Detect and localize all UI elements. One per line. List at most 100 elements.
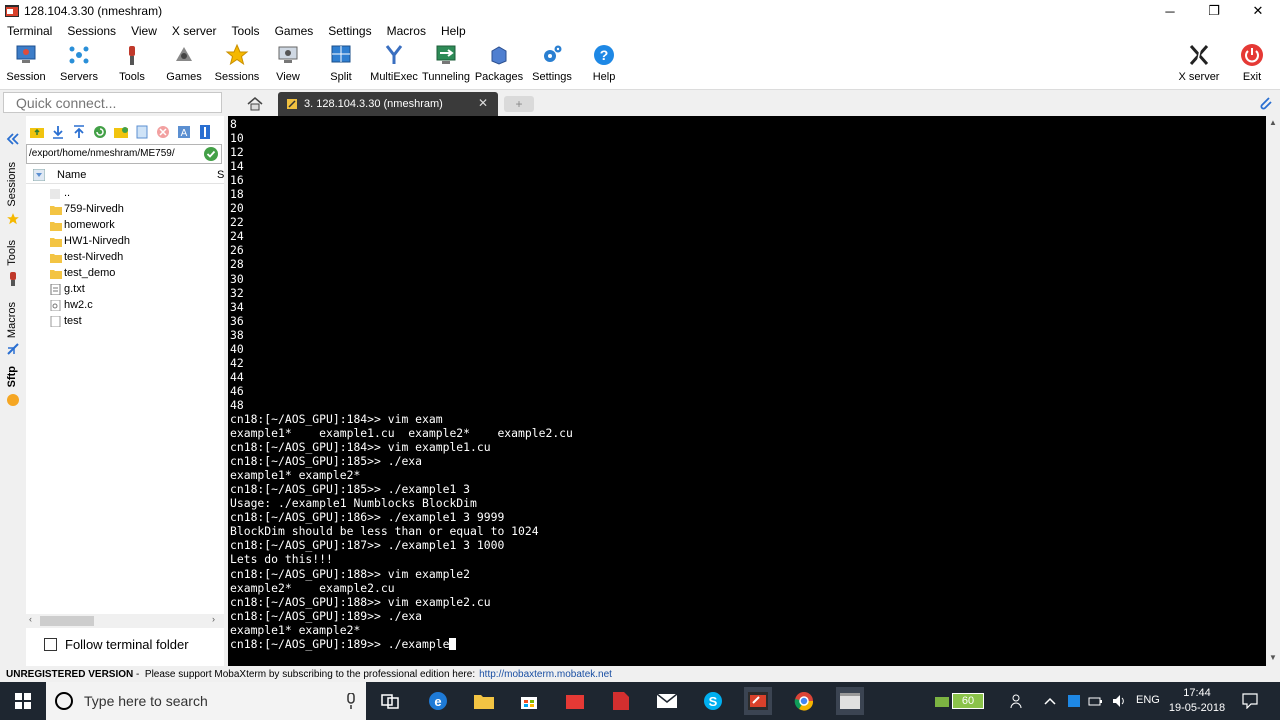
window-task-icon[interactable] [836,687,864,715]
help-button[interactable]: ? Help [578,42,630,88]
pdf-reader-icon[interactable] [607,687,635,715]
games-button[interactable]: Games [158,42,210,88]
terminal-line: Usage: ./example1 Numblocks BlockDim [230,496,477,511]
delete-icon[interactable] [152,122,173,142]
file-row-file[interactable]: test [26,314,224,330]
file-explorer-icon[interactable] [470,687,498,715]
battery-indicator[interactable]: 60 [952,693,984,709]
servers-icon [69,46,89,64]
people-icon[interactable] [1004,687,1032,715]
sessions-button[interactable]: Sessions [211,42,263,88]
view-button[interactable]: View [262,42,314,88]
column-name[interactable]: Name [57,169,86,181]
taskbar-clock[interactable]: 17:44 19-05-2018 [1168,686,1226,716]
mobaxterm-task-icon[interactable] [744,687,772,715]
volume-icon[interactable] [1106,687,1134,715]
terminal-view[interactable]: 8 10 12 14 16 18 20 22 24 26 28 30 32 34 36 38 40 42 44 46 4… [228,116,1266,666]
file-row-folder[interactable]: test-Nirvedh [26,250,224,266]
minimize-button[interactable]: ─ [1148,0,1192,22]
settings-label: Settings [532,71,572,83]
column-size[interactable]: S [217,169,224,181]
start-button[interactable] [0,682,46,720]
task-view-icon[interactable] [376,687,404,715]
microphone-icon[interactable] [346,693,356,709]
notifications-icon[interactable] [1236,687,1264,715]
exit-button[interactable]: Exit [1226,42,1278,88]
mobatek-link[interactable]: http://mobaxterm.mobatek.net [479,669,612,680]
sort-icon[interactable] [33,169,45,181]
collapse-sidebar-icon[interactable] [6,132,20,146]
support-message: - Please support MobaXterm by subscribin… [133,668,476,680]
taskbar-search[interactable]: Type here to search [46,682,366,720]
folder-icon [50,206,62,215]
close-button[interactable]: ✕ [1236,0,1280,22]
refresh-icon[interactable] [89,122,110,142]
edge-browser-icon[interactable]: e [424,687,452,715]
sftp-path-bar[interactable]: /export/home/nmeshram/ME759/ [26,144,222,164]
quick-connect-input[interactable] [4,93,221,112]
file-row-folder[interactable]: homework [26,218,224,234]
follow-terminal-folder[interactable]: Follow terminal folder [44,637,189,652]
file-name: homework [64,219,115,231]
file-name: test-Nirvedh [64,251,124,263]
terminal-line: example1* example2* [230,468,361,483]
new-folder-icon[interactable] [110,122,131,142]
menu-terminal[interactable]: Terminal [0,24,60,38]
menu-sessions[interactable]: Sessions [60,24,124,38]
tab-session[interactable]: 3. 128.104.3.30 (nmeshram) ✕ [278,92,498,116]
attach-icon[interactable] [1258,95,1274,114]
file-row-file[interactable]: hw2.c [26,298,224,314]
check-icon[interactable] [204,147,218,161]
scroll-left-icon[interactable]: ‹ [29,614,32,624]
menu-games[interactable]: Games [268,24,322,38]
scroll-right-icon[interactable]: › [212,614,215,624]
file-row-up[interactable]: .. [26,186,224,202]
side-tab-tools[interactable]: Tools [6,240,18,266]
new-file-icon[interactable] [131,122,152,142]
side-tab-macros[interactable]: Macros [6,302,18,338]
terminal-vertical-scrollbar[interactable]: ▲ ▼ [1266,116,1280,666]
tunneling-button[interactable]: Tunneling [420,42,472,88]
chrome-icon[interactable] [790,687,818,715]
file-row-file[interactable]: g.txt [26,282,224,298]
mail-icon[interactable] [653,687,681,715]
store-icon[interactable] [515,687,543,715]
file-row-folder[interactable]: test_demo [26,266,224,282]
side-tab-sessions[interactable]: Sessions [6,162,18,207]
download-icon[interactable] [47,122,68,142]
maximize-button[interactable]: ❐ [1192,0,1236,22]
language-indicator[interactable]: ENG [1136,694,1160,706]
app-red-icon[interactable] [561,687,589,715]
menu-help[interactable]: Help [434,24,474,38]
upload-icon[interactable] [68,122,89,142]
session-button[interactable]: Session [0,42,52,88]
file-row-folder[interactable]: HW1-Nirvedh [26,234,224,250]
skype-icon[interactable]: S [699,687,727,715]
sftp-horizontal-scrollbar[interactable]: ‹ › [26,614,224,628]
rename-icon[interactable]: A [173,122,194,142]
multiexec-button[interactable]: MultiExec [368,42,420,88]
parent-folder-icon[interactable] [26,122,47,142]
menu-macros[interactable]: Macros [380,24,434,38]
svg-text:A: A [180,128,187,139]
scroll-up-icon[interactable]: ▲ [1269,118,1277,127]
x-server-button[interactable]: X server [1173,42,1225,88]
terminal-follow-icon[interactable] [194,122,215,142]
split-button[interactable]: Split [315,42,367,88]
settings-button[interactable]: Settings [526,42,578,88]
menu-view[interactable]: View [124,24,165,38]
home-tab[interactable] [240,93,270,115]
scroll-thumb[interactable] [40,616,94,626]
side-tab-sftp[interactable]: Sftp [6,366,18,387]
scroll-down-icon[interactable]: ▼ [1269,653,1277,662]
menu-x-server[interactable]: X server [165,24,225,38]
file-row-folder[interactable]: 759-Nirvedh [26,202,224,218]
packages-button[interactable]: Packages [473,42,525,88]
tools-button[interactable]: Tools [106,42,158,88]
tab-close-button[interactable]: ✕ [478,96,488,110]
servers-button[interactable]: Servers [53,42,105,88]
new-tab-button[interactable]: + [504,96,534,112]
menu-settings[interactable]: Settings [321,24,379,38]
menu-tools[interactable]: Tools [225,24,268,38]
follow-terminal-checkbox[interactable] [44,638,57,651]
